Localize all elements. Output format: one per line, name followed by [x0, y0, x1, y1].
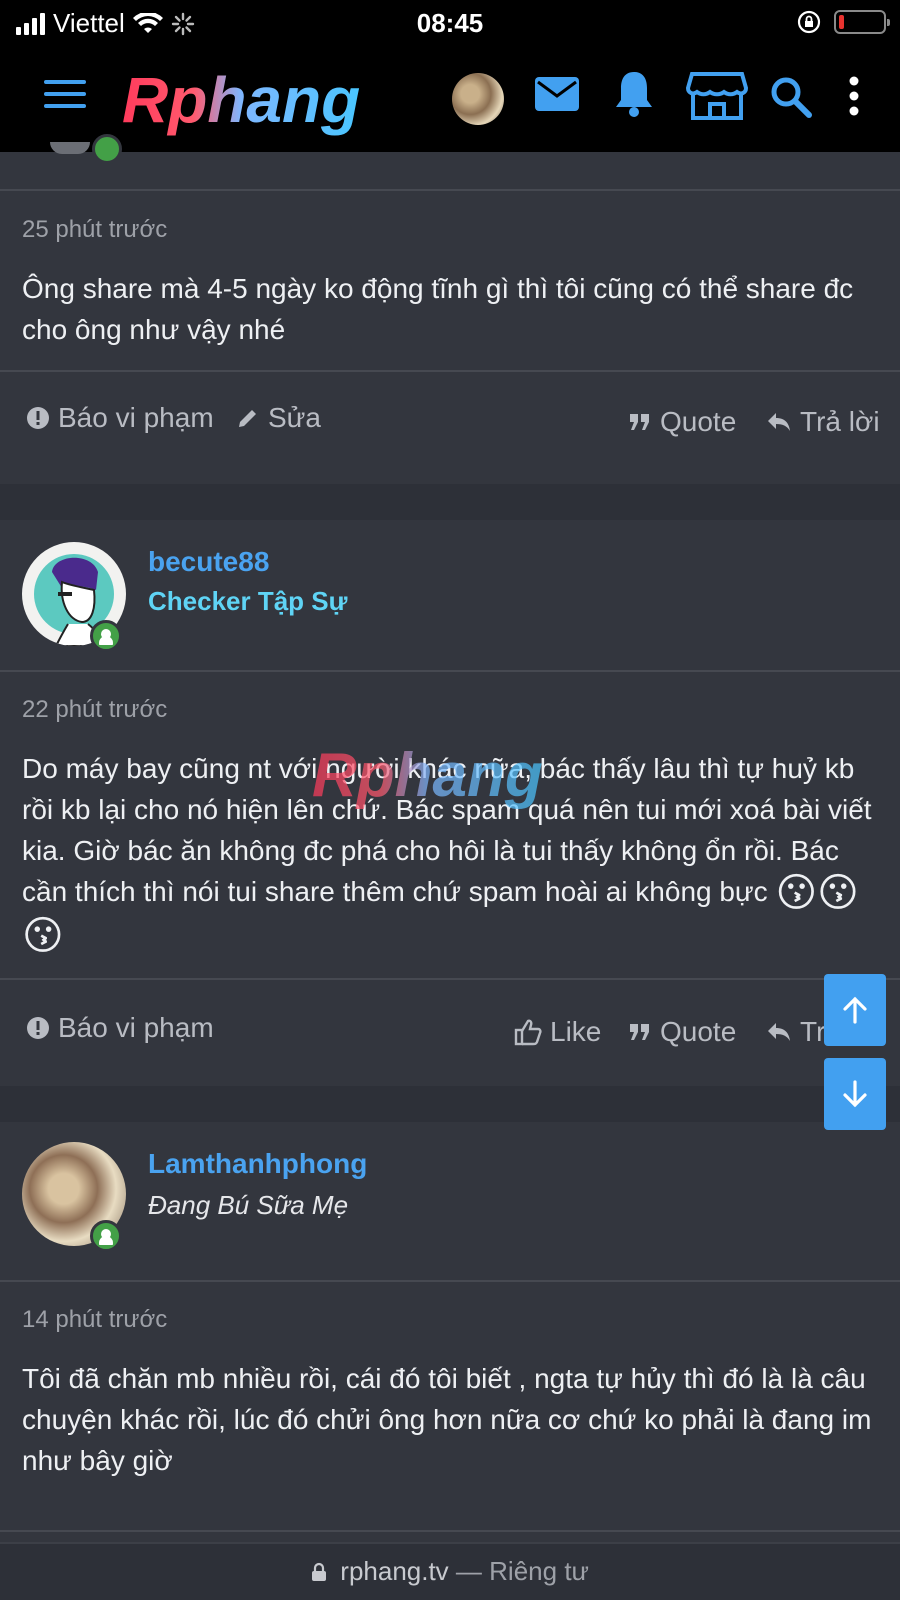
edit-label: Sửa [268, 402, 321, 433]
post-author: becute88 Checker Tập Sự [0, 520, 900, 670]
post-text: Tôi đã chăn mb nhiều rồi, cái đó tôi biế… [22, 1363, 872, 1476]
arrow-down-icon [843, 1080, 867, 1108]
reply-icon [768, 1023, 790, 1041]
post-time: 22 phút trước [22, 696, 168, 723]
like-button[interactable]: Like [514, 1016, 601, 1048]
app-header: Rphang [0, 46, 900, 152]
status-time: 08:45 [416, 8, 484, 38]
svg-text:Rphang: Rphang [122, 64, 360, 136]
scroll-bottom-button[interactable] [824, 1058, 886, 1130]
edit-button[interactable]: Sửa [236, 402, 321, 434]
post-time: 25 phút trước [22, 216, 168, 243]
url-separator: — [455, 1556, 482, 1586]
menu-icon[interactable] [44, 78, 86, 110]
scroll-top-button[interactable] [824, 974, 886, 1046]
reply-label: Trả lời [800, 406, 880, 437]
reply-icon [768, 413, 790, 431]
user-title: Checker Tập Sự [148, 586, 348, 616]
post-text: Ông share mà 4-5 ngày ko động tĩnh gì th… [22, 273, 854, 345]
rotation-lock-icon [797, 10, 821, 34]
arrow-up-icon [843, 996, 867, 1024]
search-icon[interactable] [770, 76, 812, 118]
report-label: Báo vi phạm [58, 1012, 214, 1043]
more-vertical-icon[interactable] [848, 76, 860, 116]
url-domain: rphang.tv [340, 1556, 449, 1586]
divider [0, 978, 900, 980]
quote-button[interactable]: Quote [628, 1016, 736, 1048]
user-avatar[interactable] [452, 73, 504, 125]
post-author: Lamthanhphong Đang Bú Sữa Mẹ [0, 1122, 900, 1280]
online-indicator [90, 620, 122, 652]
post-time: 14 phút trước [22, 1306, 168, 1333]
online-indicator [92, 134, 122, 164]
alert-icon [27, 1017, 49, 1039]
svg-text:Rphang: Rphang [312, 741, 543, 810]
quote-icon [630, 1024, 649, 1040]
divider [0, 1530, 900, 1532]
watermark-logo: Rphang [312, 741, 543, 810]
username-link[interactable]: Lamthanhphong [148, 1148, 367, 1180]
quote-label: Quote [660, 406, 737, 437]
online-indicator [90, 1220, 122, 1252]
lock-icon [312, 1562, 327, 1581]
like-label: Like [550, 1016, 602, 1047]
quote-icon [630, 414, 649, 430]
status-bar: Viettel 08:45 [0, 0, 900, 46]
alert-icon [27, 407, 49, 429]
bell-icon[interactable] [614, 70, 654, 118]
avatar [50, 142, 90, 154]
store-icon[interactable] [686, 70, 748, 122]
post-card: 25 phút trước Ông share mà 4-5 ngày ko đ… [0, 134, 900, 484]
divider [0, 189, 900, 191]
post-card: Lamthanhphong Đang Bú Sữa Mẹ 14 phút trư… [0, 1122, 900, 1542]
report-button[interactable]: Báo vi phạm [26, 1012, 214, 1044]
username-link[interactable]: becute88 [148, 546, 269, 578]
divider [0, 370, 900, 372]
privacy-label: Riêng tư [489, 1556, 589, 1586]
battery-icon [834, 10, 890, 34]
quote-button[interactable]: Quote [628, 406, 736, 438]
mail-icon[interactable] [534, 76, 580, 112]
report-button[interactable]: Báo vi phạm [26, 402, 214, 434]
pencil-icon [239, 410, 256, 427]
divider [0, 670, 900, 672]
reply-button[interactable]: Trả lời [766, 406, 880, 438]
divider [0, 1280, 900, 1282]
user-title: Đang Bú Sữa Mẹ [148, 1190, 349, 1220]
thumbs-up-icon [514, 1019, 542, 1046]
report-label: Báo vi phạm [58, 402, 214, 433]
browser-url-bar[interactable]: rphang.tv — Riêng tư [0, 1542, 900, 1600]
site-logo[interactable]: Rphang [118, 64, 408, 136]
quote-label: Quote [660, 1016, 737, 1047]
post-card: becute88 Checker Tập Sự 22 phút trước Do… [0, 520, 900, 1086]
